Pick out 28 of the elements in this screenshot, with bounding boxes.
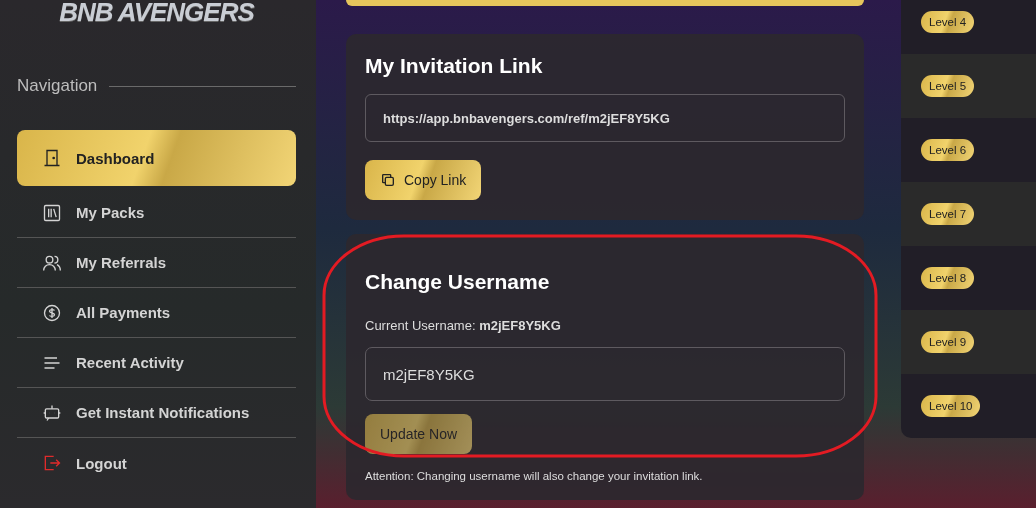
level-badge: Level 10: [921, 395, 981, 417]
nav-item[interactable]: Recent Activity: [17, 338, 296, 388]
level-badge: Level 9: [921, 331, 975, 353]
logo-text: BNB AVENGERS: [59, 0, 254, 29]
level-badge: Level 7: [921, 203, 975, 225]
username-input[interactable]: m2jEF8Y5KG: [365, 347, 845, 401]
door-icon: [42, 148, 62, 168]
nav-item[interactable]: Get Instant Notifications: [17, 388, 296, 438]
card-title: Change Username: [365, 270, 551, 294]
navigation-heading: Navigation: [17, 76, 98, 96]
level-badge: Level 6: [921, 139, 975, 161]
level-badge: Level 4: [921, 11, 975, 33]
level-badge: Level 5: [921, 75, 975, 97]
attention-note: Attention: Changing username will also change your invitation link.: [365, 470, 704, 482]
nav-item[interactable]: All Payments: [17, 288, 296, 338]
card-title: My Invitation Link: [365, 54, 544, 78]
nav-item[interactable]: Dashboard: [17, 130, 296, 186]
logout-icon: [42, 453, 62, 473]
nav-item[interactable]: My Referrals: [17, 238, 296, 288]
packs-icon: [42, 202, 62, 223]
copy-icon: [380, 172, 396, 188]
dollar-icon: [42, 302, 62, 323]
nav-item[interactable]: My Packs: [17, 188, 296, 238]
level-badge: Level 8: [921, 267, 975, 289]
current-username-text: Current Username: m2jEF8Y5KG: [365, 318, 562, 333]
link-field[interactable]: https://app.bnbavengers.com/ref/m2jEF8Y5KG: [365, 94, 845, 142]
nav-item[interactable]: Logout: [17, 438, 296, 488]
copy-link-button[interactable]: Copy Link: [365, 160, 482, 200]
